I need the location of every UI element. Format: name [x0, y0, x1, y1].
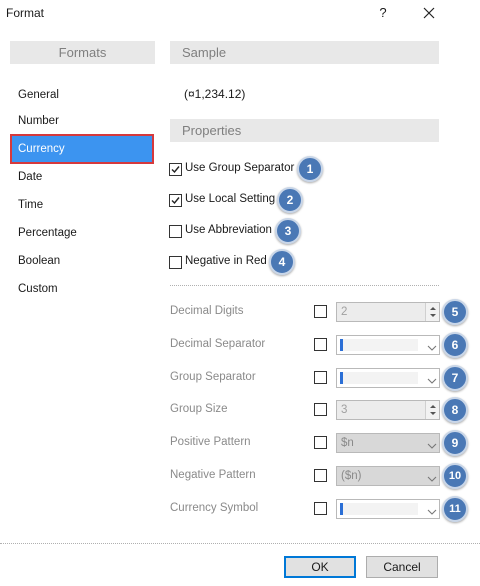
group-size-value: 3 [341, 404, 348, 416]
group-separator-label: Group Separator [170, 371, 256, 383]
format-item-time[interactable]: Time [12, 192, 152, 218]
group-size-spinner[interactable]: 3 [336, 400, 440, 420]
chevron-down-icon[interactable] [427, 439, 437, 449]
currency-symbol-dropdown[interactable] [336, 499, 440, 519]
callout-badge: 2 [277, 187, 303, 213]
decimal-digits-checkbox[interactable] [314, 305, 327, 318]
checkbox-use-group-separator[interactable] [169, 163, 182, 176]
text-cursor [340, 372, 343, 384]
negative-pattern-label: Negative Pattern [170, 469, 256, 481]
footer-separator [0, 543, 480, 544]
group-separator-checkbox[interactable] [314, 371, 327, 384]
chevron-down-icon[interactable] [427, 472, 437, 482]
sample-value: (¤1,234.12) [184, 87, 246, 101]
sample-header: Sample [170, 41, 439, 64]
positive-pattern-checkbox[interactable] [314, 436, 327, 449]
decimal-separator-dropdown[interactable] [336, 335, 440, 355]
chevron-down-icon[interactable] [427, 505, 437, 515]
negative-pattern-checkbox[interactable] [314, 469, 327, 482]
checkbox-label: Negative in Red [185, 255, 267, 267]
help-button[interactable]: ? [372, 2, 394, 24]
decimal-separator-text-area [340, 339, 418, 351]
separator-line [170, 285, 439, 286]
group-size-label: Group Size [170, 403, 228, 415]
currency-symbol-label: Currency Symbol [170, 502, 259, 514]
callout-badge: 6 [442, 332, 468, 358]
title-bar: Format ? [0, 0, 480, 26]
format-item-custom[interactable]: Custom [12, 276, 152, 302]
format-item-date[interactable]: Date [12, 164, 152, 190]
checkbox-use-local-setting[interactable] [169, 194, 182, 207]
checkbox-negative-in-red[interactable] [169, 256, 182, 269]
callout-badge: 4 [269, 249, 295, 275]
checkbox-label: Use Local Setting [185, 193, 276, 205]
properties-header: Properties [170, 119, 439, 142]
group-separator-text-area [340, 372, 418, 384]
negative-pattern-dropdown[interactable]: ($n) [336, 466, 440, 486]
callout-badge: 5 [442, 299, 468, 325]
cancel-button[interactable]: Cancel [366, 556, 438, 578]
currency-symbol-text-area [340, 503, 418, 515]
decimal-digits-spinner[interactable]: 2 [336, 302, 440, 322]
checkbox-label: Use Group Separator [185, 162, 295, 174]
positive-pattern-label: Positive Pattern [170, 436, 251, 448]
checkbox-label: Use Abbreviation [185, 224, 272, 236]
callout-badge: 7 [442, 365, 468, 391]
ok-button[interactable]: OK [284, 556, 356, 578]
decimal-digits-label: Decimal Digits [170, 305, 244, 317]
text-cursor [340, 339, 343, 351]
negative-pattern-value: ($n) [341, 470, 362, 482]
format-item-currency[interactable]: Currency [10, 134, 154, 164]
callout-badge: 10 [442, 463, 468, 489]
formats-header: Formats [10, 41, 155, 64]
callout-badge: 3 [275, 218, 301, 244]
checkbox-use-abbreviation[interactable] [169, 225, 182, 238]
callout-badge: 9 [442, 430, 468, 456]
spin-arrows-icon[interactable] [425, 303, 439, 321]
callout-badge: 1 [297, 156, 323, 182]
format-item-boolean[interactable]: Boolean [12, 248, 152, 274]
group-size-checkbox[interactable] [314, 403, 327, 416]
currency-symbol-checkbox[interactable] [314, 502, 327, 515]
decimal-separator-checkbox[interactable] [314, 338, 327, 351]
decimal-separator-label: Decimal Separator [170, 338, 266, 350]
chevron-down-icon[interactable] [427, 341, 437, 351]
text-cursor [340, 503, 343, 515]
spin-arrows-icon[interactable] [425, 401, 439, 419]
window-title: Format [6, 6, 45, 20]
format-item-general[interactable]: General [12, 82, 152, 108]
format-item-number[interactable]: Number [12, 108, 152, 134]
format-item-percentage[interactable]: Percentage [12, 220, 152, 246]
group-separator-dropdown[interactable] [336, 368, 440, 388]
positive-pattern-dropdown[interactable]: $n [336, 433, 440, 453]
chevron-down-icon[interactable] [427, 374, 437, 384]
decimal-digits-value: 2 [341, 306, 348, 318]
callout-badge: 8 [442, 397, 468, 423]
close-icon[interactable] [418, 2, 440, 24]
callout-badge: 11 [442, 496, 468, 522]
positive-pattern-value: $n [341, 437, 354, 449]
